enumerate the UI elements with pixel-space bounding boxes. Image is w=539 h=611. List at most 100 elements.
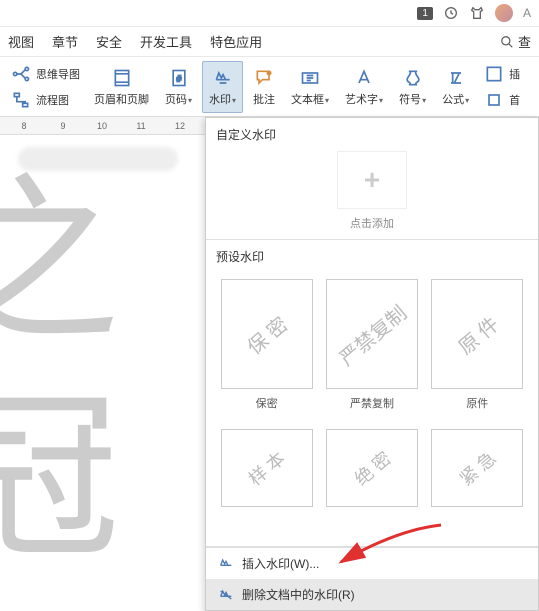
ruler-mark: 8: [12, 121, 36, 131]
preset-labels-1: 保密 严禁复制 原件: [206, 393, 538, 419]
watermark-icon: [212, 67, 234, 89]
wordart-label: 艺术字: [345, 94, 378, 106]
preset-text: 保 密: [240, 308, 293, 359]
preset-text: 紧 急: [453, 445, 501, 491]
preset-sample[interactable]: 样 本: [221, 429, 313, 507]
ribbon-insert-group: 插 首: [479, 60, 524, 114]
chevron-down-icon: ▾: [465, 96, 469, 105]
symbol-label: 符号: [399, 94, 421, 106]
ruler-mark: 9: [51, 121, 75, 131]
preset-label: 严禁复制: [326, 395, 418, 411]
mindmap-icon: [10, 63, 32, 85]
chevron-down-icon: ▾: [188, 96, 192, 105]
header-footer-icon: [111, 67, 133, 89]
remove-watermark-label: 删除文档中的水印(R): [242, 586, 355, 603]
flowchart-button[interactable]: 流程图: [10, 88, 69, 112]
preset-text: 严禁复制: [332, 297, 412, 371]
ribbon: 思维导图 流程图 页眉和页脚 # 页码▾ 水印▾ 批注 文本框▾ 艺术字▾ 符号…: [0, 57, 539, 117]
mindmap-label: 思维导图: [36, 66, 80, 82]
ruler-mark: 11: [129, 121, 153, 131]
preset-row-1: 保 密 严禁复制 原 件: [206, 269, 538, 393]
skin-icon[interactable]: [469, 5, 485, 21]
preset-topsecret[interactable]: 绝 密: [326, 429, 418, 507]
header-footer-label: 页眉和页脚: [94, 91, 149, 107]
insert-watermark-label: 插入水印(W)...: [242, 555, 319, 572]
preset-confidential[interactable]: 保 密: [221, 279, 313, 389]
titlebar: 1 A: [0, 0, 539, 27]
annotation-label: 批注: [253, 91, 275, 107]
flowchart-label: 流程图: [36, 92, 69, 108]
insert-extra-button[interactable]: 首: [483, 88, 520, 112]
avatar[interactable]: [495, 4, 513, 22]
watermark-char-2: 冠: [0, 371, 120, 587]
symbol-icon: [402, 67, 424, 89]
menu-devtools[interactable]: 开发工具: [140, 32, 192, 51]
annotation-icon: [253, 67, 275, 89]
preset-text: 绝 密: [348, 445, 396, 491]
formula-button[interactable]: 公式▾: [436, 61, 475, 113]
document-watermark: 之 冠: [0, 155, 120, 587]
add-watermark-button[interactable]: +: [337, 151, 407, 209]
preset-label: 原件: [431, 395, 523, 411]
wordart-button[interactable]: 艺术字▾: [339, 61, 389, 113]
page-number-label: 页码: [165, 94, 187, 106]
menu-view[interactable]: 视图: [8, 32, 34, 51]
page-number-icon: #: [168, 67, 190, 89]
symbol-button[interactable]: 符号▾: [393, 61, 432, 113]
preset-nocopy[interactable]: 严禁复制: [326, 279, 418, 389]
wordart-icon: [353, 67, 375, 89]
preset-text: 样 本: [243, 445, 291, 491]
menubar: 视图 章节 安全 开发工具 特色应用 查: [0, 27, 539, 57]
ruler-mark: 10: [90, 121, 114, 131]
remove-watermark-menuitem[interactable]: 删除文档中的水印(R): [206, 579, 538, 610]
watermark-button[interactable]: 水印▾: [202, 61, 243, 113]
chevron-down-icon: ▾: [422, 96, 426, 105]
svg-text:#: #: [176, 73, 181, 83]
preset-watermark-title: 预设水印: [206, 240, 538, 269]
watermark-icon: [218, 556, 234, 572]
document-area[interactable]: 之 冠: [0, 135, 205, 611]
plus-icon: +: [364, 164, 380, 196]
chevron-down-icon: ▾: [325, 96, 329, 105]
preset-urgent[interactable]: 紧 急: [431, 429, 523, 507]
add-watermark-label: 点击添加: [206, 215, 538, 231]
annotation-button[interactable]: 批注: [247, 61, 281, 113]
custom-watermark-title: 自定义水印: [206, 118, 538, 147]
search-icon: [500, 35, 514, 49]
attachment-icon: [483, 89, 505, 111]
watermark-label: 水印: [209, 94, 231, 106]
insert-icon: [483, 63, 505, 85]
preset-text: 原 件: [451, 308, 504, 359]
notification-badge[interactable]: 1: [417, 7, 433, 20]
search-button[interactable]: 查: [500, 32, 531, 51]
ruler-mark: 12: [168, 121, 192, 131]
menu-chapter[interactable]: 章节: [52, 32, 78, 51]
insert-extra-label: 首: [509, 92, 520, 108]
insert-label: 插: [509, 66, 520, 82]
formula-icon: [445, 67, 467, 89]
insert-button[interactable]: 插: [483, 62, 520, 86]
mindmap-button[interactable]: 思维导图: [10, 62, 80, 86]
chevron-down-icon: ▾: [379, 96, 383, 105]
user-letter: A: [523, 6, 531, 20]
header-footer-button[interactable]: 页眉和页脚: [88, 61, 155, 113]
insert-watermark-menuitem[interactable]: 插入水印(W)...: [206, 548, 538, 579]
chevron-down-icon: ▾: [232, 96, 236, 105]
watermark-dropdown-panel: 自定义水印 + 点击添加 预设水印 保 密 严禁复制 原 件 保密 严禁复制 原…: [205, 117, 539, 611]
watermark-char-1: 之: [0, 155, 120, 371]
textbox-label: 文本框: [291, 94, 324, 106]
remove-watermark-icon: [218, 587, 234, 603]
menu-security[interactable]: 安全: [96, 32, 122, 51]
ribbon-diagrams: 思维导图 流程图: [6, 60, 84, 114]
sync-icon[interactable]: [443, 5, 459, 21]
search-label: 查: [518, 32, 531, 51]
preset-label: 保密: [221, 395, 313, 411]
preset-original[interactable]: 原 件: [431, 279, 523, 389]
textbox-icon: [299, 67, 321, 89]
flowchart-icon: [10, 89, 32, 111]
textbox-button[interactable]: 文本框▾: [285, 61, 335, 113]
formula-label: 公式: [442, 94, 464, 106]
page-number-button[interactable]: # 页码▾: [159, 61, 198, 113]
panel-footer: 插入水印(W)... 删除文档中的水印(R): [206, 546, 538, 610]
menu-special[interactable]: 特色应用: [210, 32, 262, 51]
